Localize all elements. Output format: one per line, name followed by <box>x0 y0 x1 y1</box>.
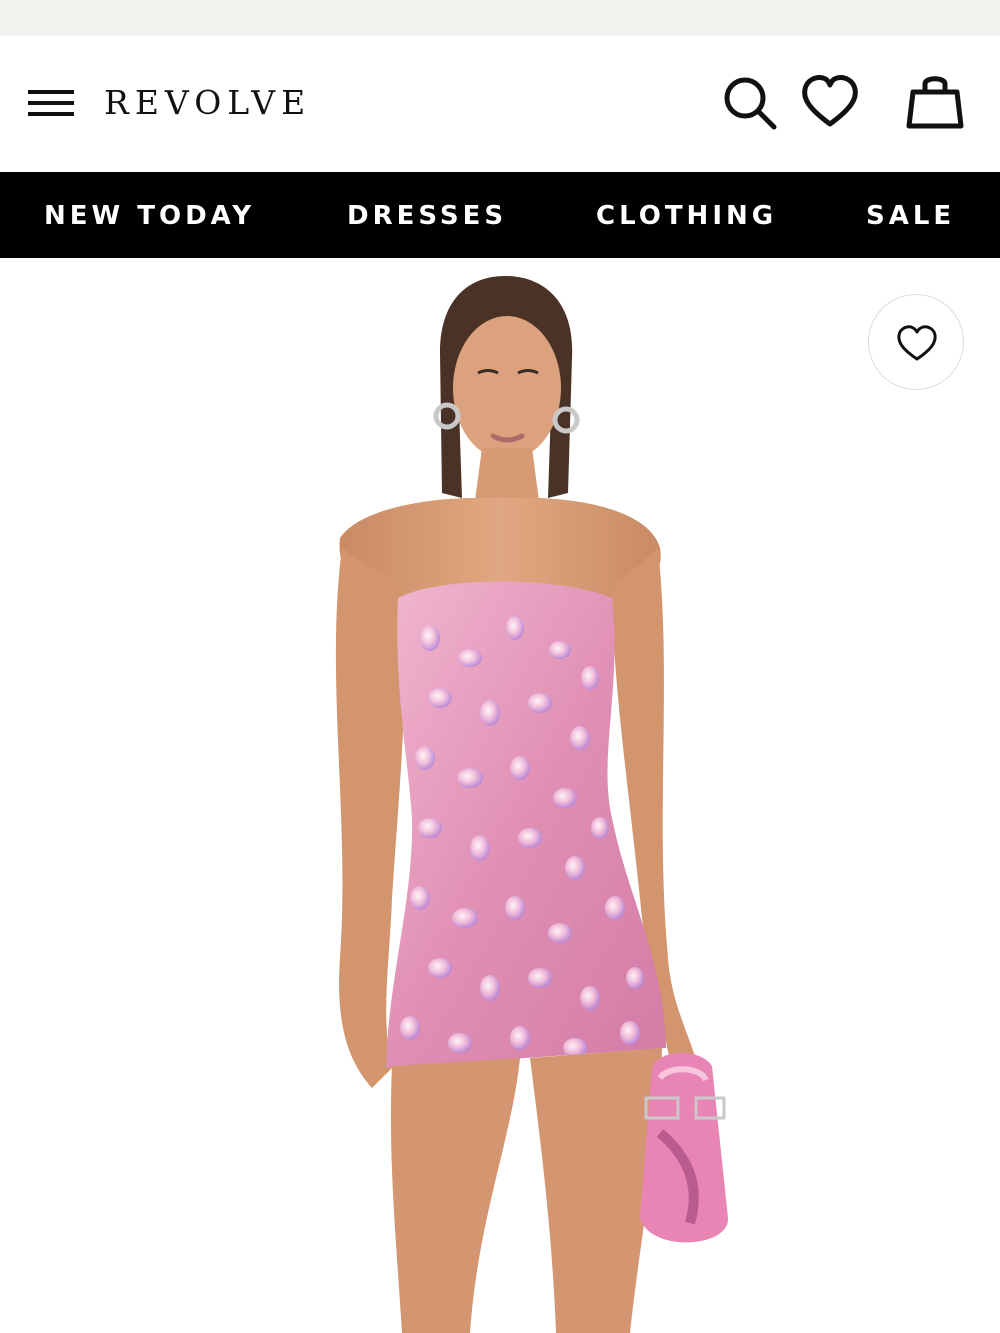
product-photo[interactable] <box>0 258 1000 1333</box>
nav-dresses[interactable]: DRESSES <box>347 172 507 258</box>
product-image-area[interactable] <box>0 258 1000 1333</box>
heart-icon <box>802 75 858 127</box>
nav-sale[interactable]: SALE <box>866 172 955 258</box>
brand-logo[interactable]: REVOLVE <box>104 82 311 124</box>
nav-clothing[interactable]: CLOTHING <box>596 172 777 258</box>
shopping-bag-icon <box>906 76 964 129</box>
add-to-favorites-button[interactable] <box>868 294 964 390</box>
status-bar-strip <box>0 0 1000 36</box>
shopping-bag-button[interactable] <box>903 70 967 134</box>
search-icon <box>724 77 777 130</box>
menu-icon-line <box>28 112 74 116</box>
menu-button[interactable] <box>28 88 76 118</box>
site-header: REVOLVE <box>0 36 1000 172</box>
heart-icon <box>897 325 937 361</box>
menu-icon-line <box>28 101 74 105</box>
wishlist-button[interactable] <box>798 70 862 134</box>
search-button[interactable] <box>718 70 782 134</box>
menu-icon-line <box>28 90 74 94</box>
category-navbar: NEW TODAY DRESSES CLOTHING SALE <box>0 172 1000 258</box>
nav-new-today[interactable]: NEW TODAY <box>44 172 255 258</box>
